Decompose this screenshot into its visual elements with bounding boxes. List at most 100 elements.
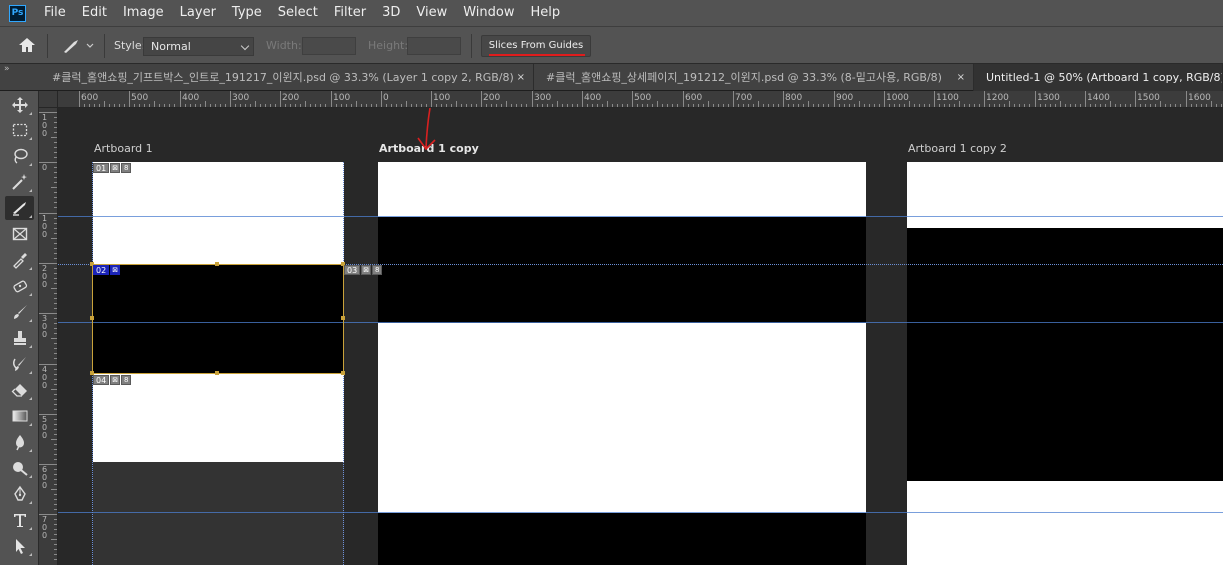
ruler-label: 600 — [81, 93, 99, 103]
ruler-minor-tick — [552, 104, 553, 107]
ruler-major-tick — [1085, 91, 1086, 107]
vertical-ruler[interactable]: 100 0 100 200 300 400 500 600 700 — [39, 108, 58, 565]
ruler-minor-tick — [989, 104, 990, 107]
ruler-minor-tick — [245, 104, 246, 107]
menu-layer[interactable]: Layer — [172, 0, 224, 26]
ruler-minor-tick — [195, 104, 196, 107]
ruler-minor-tick — [220, 104, 221, 107]
slice-icon[interactable] — [5, 196, 34, 220]
frame-icon[interactable] — [5, 222, 34, 246]
ruler-minor-tick — [803, 104, 804, 107]
eraser-icon[interactable] — [5, 378, 34, 402]
link-icon: 8 — [121, 163, 132, 173]
pen-icon[interactable] — [5, 482, 34, 506]
ruler-minor-tick — [109, 104, 110, 107]
horizontal-ruler[interactable]: 600 500 400 300 200 100 0 100 200 300 400 500 600 700… — [58, 91, 1223, 108]
panel-collapse-icon[interactable]: » — [4, 64, 10, 74]
ruler-minor-tick — [899, 104, 900, 107]
type-icon[interactable] — [5, 508, 34, 532]
ruler-minor-tick — [1120, 104, 1121, 107]
width-field[interactable] — [302, 37, 356, 55]
ruler-minor-tick — [305, 101, 306, 107]
lasso-icon[interactable] — [5, 144, 34, 168]
ruler-minor-tick — [1045, 104, 1046, 107]
menu-type[interactable]: Type — [224, 0, 270, 26]
image-slice-icon: ⊠ — [110, 163, 121, 173]
slice-handle[interactable] — [341, 371, 345, 375]
ruler-label: 700 — [41, 515, 48, 540]
document-canvas[interactable]: Artboard 1 Artboard 1 copy Artboard 1 co… — [58, 108, 1223, 565]
ruler-minor-tick — [325, 104, 326, 107]
ruler-minor-tick — [647, 104, 648, 107]
tool-preset-picker[interactable] — [60, 37, 100, 55]
style-select[interactable]: Normal — [143, 37, 254, 56]
menu-edit[interactable]: Edit — [74, 0, 115, 26]
brush-icon[interactable] — [5, 300, 34, 324]
menu-filter[interactable]: Filter — [326, 0, 374, 26]
slice-handle[interactable] — [215, 262, 219, 266]
history-brush-icon[interactable] — [5, 352, 34, 376]
ruler-minor-tick — [1115, 104, 1116, 107]
ruler-minor-tick — [1040, 104, 1041, 107]
menu-view[interactable]: View — [408, 0, 455, 26]
artboard-1-copy[interactable] — [378, 162, 866, 565]
move-icon[interactable] — [5, 93, 34, 117]
ruler-label: 400 — [584, 93, 602, 103]
slice-handle[interactable] — [90, 316, 94, 320]
artboard-1-label[interactable]: Artboard 1 — [94, 142, 153, 155]
slice-badge-02[interactable]: 02 ⊠ — [93, 265, 121, 275]
menu-3d[interactable]: 3D — [374, 0, 408, 26]
selected-slice[interactable] — [92, 264, 344, 374]
spot-healing-icon[interactable] — [5, 274, 34, 298]
slice-badge-03[interactable]: 03 ⊠ 8 — [344, 265, 383, 275]
menu-window[interactable]: Window — [455, 0, 522, 26]
path-selection-icon[interactable] — [5, 534, 34, 558]
menu-select[interactable]: Select — [270, 0, 326, 26]
ruler-minor-tick — [688, 104, 689, 107]
dodge-icon[interactable] — [5, 456, 34, 480]
ruler-minor-tick — [703, 104, 704, 107]
menu-file[interactable]: File — [36, 0, 74, 26]
ruler-minor-tick — [577, 104, 578, 107]
slice-handle[interactable] — [341, 316, 345, 320]
artboard-1-copy-2[interactable] — [907, 162, 1223, 565]
ruler-minor-tick — [1201, 104, 1202, 107]
menu-image[interactable]: Image — [115, 0, 172, 26]
marquee-icon[interactable] — [5, 118, 34, 142]
slice-badge-01[interactable]: 01 ⊠ 8 — [93, 163, 132, 173]
ruler-minor-tick — [939, 104, 940, 107]
menu-help[interactable]: Help — [523, 0, 569, 26]
slice-handle[interactable] — [215, 371, 219, 375]
magic-wand-icon[interactable] — [5, 170, 34, 194]
guide-line[interactable] — [58, 216, 1223, 217]
eyedropper-icon[interactable] — [5, 248, 34, 272]
ruler-minor-tick — [54, 429, 57, 430]
ruler-minor-tick — [1221, 104, 1222, 107]
ruler-minor-tick — [54, 147, 57, 148]
ruler-minor-tick — [54, 197, 57, 198]
ruler-minor-tick — [54, 142, 57, 143]
guide-line[interactable] — [58, 512, 1223, 513]
ruler-label: 900 — [836, 93, 854, 103]
ruler-label: 300 — [41, 314, 48, 339]
close-icon[interactable]: × — [517, 64, 525, 91]
ruler-minor-tick — [54, 182, 57, 183]
document-tab-3[interactable]: Untitled-1 @ 50% (Artboard 1 copy, RGB/8… — [974, 64, 1223, 91]
ruler-major-tick — [1135, 91, 1136, 107]
ruler-minor-tick — [496, 104, 497, 107]
ruler-minor-tick — [1105, 104, 1106, 107]
gradient-icon[interactable] — [5, 404, 34, 428]
slice-badge-04[interactable]: 04 ⊠ 8 — [93, 375, 132, 385]
blur-icon[interactable] — [5, 430, 34, 454]
ruler-minor-tick — [1165, 104, 1166, 107]
document-tab-1[interactable]: #클럭_홈앤쇼핑_기프트박스_인트로_191217_이윈지.psd @ 33.3… — [40, 64, 534, 91]
close-icon[interactable]: × — [957, 64, 965, 91]
artboard-1-copy-2-label[interactable]: Artboard 1 copy 2 — [908, 142, 1007, 155]
stamp-icon[interactable] — [5, 326, 34, 350]
ruler-minor-tick — [54, 479, 57, 480]
ruler-origin[interactable] — [39, 91, 58, 108]
home-icon[interactable] — [16, 35, 38, 55]
document-tab-2[interactable]: #클럭_홈앤쇼핑_상세페이지_191212_이윈지.psd @ 33.3% (8… — [534, 64, 974, 91]
height-field[interactable] — [407, 37, 461, 55]
ruler-minor-tick — [84, 104, 85, 107]
